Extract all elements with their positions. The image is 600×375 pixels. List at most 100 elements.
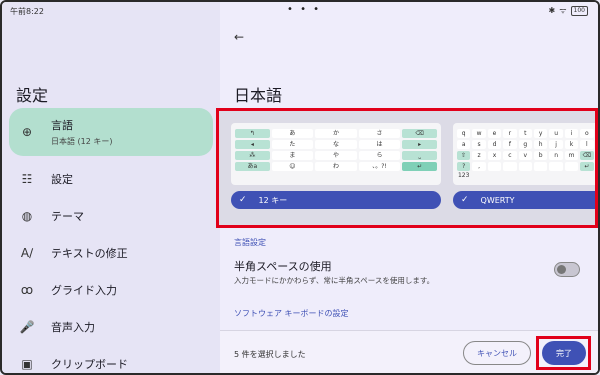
keyboard-key [518,162,532,171]
check-icon: ✓ [239,195,247,205]
keyboard-key: v [518,151,532,160]
keyboard-key [487,162,502,171]
keyboard-key: g [518,140,532,149]
keyboard-key: ▸ [402,140,437,149]
gesture-icon: ꝏ [20,282,34,297]
cancel-button[interactable]: キャンセル [463,341,531,365]
layout-chip-label: QWERTY [480,195,515,205]
keyboard-key [503,162,517,171]
keyboard-key: z [472,151,486,160]
keyboard-key: な [315,140,357,149]
keyboard-key: a [457,140,471,149]
layout-card-qwerty[interactable]: qwertyuiop asdfghjkl ⇧zxcvbnm⌫ ?123, ↵ ✓ QWE… [453,123,598,213]
sidebar-item-voice-input[interactable]: 🎤 音声入力 [9,308,213,345]
multitask-dots[interactable]: • • • [287,4,321,15]
spellcheck-icon: A∕ [20,245,34,260]
tune-icon: ☷ [21,171,33,186]
check-icon: ✓ [461,195,469,205]
bluetooth-icon: ✱ [548,6,556,15]
keyboard-key: あ [271,129,314,138]
sidebar-item-clipboard[interactable]: ▣ クリップボード [9,345,213,373]
layout-card-12key[interactable]: ↰ あかさ ⌫ ◂ たなは ▸ ⁂ まやら ⎵ あa ☺ わ、。?! ↵ ✓ 12 キー [231,123,441,213]
keyboard-key: ?123 [457,162,471,179]
keyboard-key: 、。?! [358,162,401,171]
keyboard-key: e [487,129,502,138]
keyboard-layout-selector: ↰ あかさ ⌫ ◂ たなは ▸ ⁂ まやら ⎵ あa ☺ わ、。?! ↵ ✓ 12 キー qwertyu… [216,108,598,228]
selected-count-text: 5 件を選択しました [234,350,306,359]
keyboard-key: m [564,151,579,160]
section-header-language-settings: 言語設定 [234,238,266,247]
keyboard-key: ら [358,151,401,160]
selection-action-bar: 5 件を選択しました キャンセル 完了 [220,330,598,373]
sidebar-item-sub: 日本語 (12 キー) [51,137,113,146]
sidebar-item-theme[interactable]: ◍ テーマ [9,197,213,234]
sidebar-nav: ⊕ 言語 日本語 (12 キー) ☷ 設定 ◍ テーマ A∕ テキストの修正 ꝏ… [9,108,213,373]
page-title: 日本語 [234,86,283,105]
keyboard-key: i [564,129,579,138]
sidebar-item-glide-typing[interactable]: ꝏ グライド入力 [9,271,213,308]
keyboard-key: ↰ [235,129,270,138]
keyboard-preview-keys: ↰ あかさ ⌫ ◂ たなは ▸ ⁂ まやら ⎵ あa ☺ わ、。?! ↵ [235,129,437,171]
keyboard-key: , [472,162,486,171]
layout-chip-12key[interactable]: ✓ 12 キー [231,191,441,209]
keyboard-key [596,162,598,171]
sidebar-item-label: グライド入力 [51,283,117,297]
keyboard-key: わ [315,162,357,171]
keyboard-key: r [503,129,517,138]
keyboard-key: w [472,129,486,138]
wifi-icon: ᯤ [559,6,567,15]
keyboard-key: j [549,140,563,149]
keyboard-key: f [503,140,517,149]
keyboard-key: ⎵ [402,151,437,160]
back-arrow-icon[interactable]: ← [234,30,244,44]
keyboard-key: k [564,140,579,149]
keyboard-key: h [533,140,548,149]
keyboard-key [533,162,548,171]
keyboard-key: b [533,151,548,160]
keyboard-key: ⁂ [235,151,270,160]
sidebar-item-settings[interactable]: ☷ 設定 [9,160,213,197]
half-width-space-description: 入力モードにかかわらず、常に半角スペースを使用します。 [234,276,435,285]
keyboard-key: ↵ [580,162,594,171]
done-button[interactable]: 完了 [542,341,586,365]
sidebar-item-label: 言語 [51,119,73,132]
keyboard-key: か [315,129,357,138]
keyboard-key: p [596,129,598,138]
keyboard-key: x [487,151,502,160]
sidebar-item-text-correction[interactable]: A∕ テキストの修正 [9,234,213,271]
keyboard-key: た [271,140,314,149]
keyboard-key: q [457,129,471,138]
sidebar-item-language[interactable]: ⊕ 言語 日本語 (12 キー) [9,108,213,156]
clipboard-icon: ▣ [21,356,33,371]
sidebar-item-label: 音声入力 [51,320,95,334]
keyboard-key: ☺ [271,162,314,171]
keyboard-key: c [503,151,517,160]
language-detail-panel: ← 日本語 ↰ あかさ ⌫ ◂ たなは ▸ ⁂ まやら ⎵ あa ☺ わ、。?! ↵ ✓ 12 キー q… [216,2,598,373]
keyboard-key [596,140,598,149]
keyboard-key: や [315,151,357,160]
keyboard-key: ↵ [402,162,437,171]
layout-chip-qwerty[interactable]: ✓ QWERTY [453,191,595,209]
sidebar-title: 設定 [16,86,49,105]
keyboard-key: ま [271,151,314,160]
keyboard-key: は [358,140,401,149]
keyboard-key: y [533,129,548,138]
keyboard-key: t [518,129,532,138]
keyboard-key [549,162,563,171]
half-width-space-toggle[interactable] [554,262,580,277]
keyboard-key: さ [358,129,401,138]
mic-icon: 🎤 [19,319,35,334]
keyboard-key: o [580,129,594,138]
keyboard-preview-qwerty: qwertyuiop asdfghjkl ⇧zxcvbnm⌫ ?123, ↵ [453,123,598,185]
status-icons: ✱ ᯤ 100 [549,5,588,16]
layout-chip-label: 12 キー [258,195,288,205]
half-width-space-title[interactable]: 半角スペースの使用 [234,258,332,274]
toggle-knob [557,265,566,274]
keyboard-key [596,151,598,160]
status-time: 午前8:22 [10,7,44,16]
battery-icon: 100 [570,5,588,16]
keyboard-key [564,162,579,171]
keyboard-key: あa [235,162,270,171]
palette-icon: ◍ [21,208,33,223]
keyboard-key: l [580,140,594,149]
